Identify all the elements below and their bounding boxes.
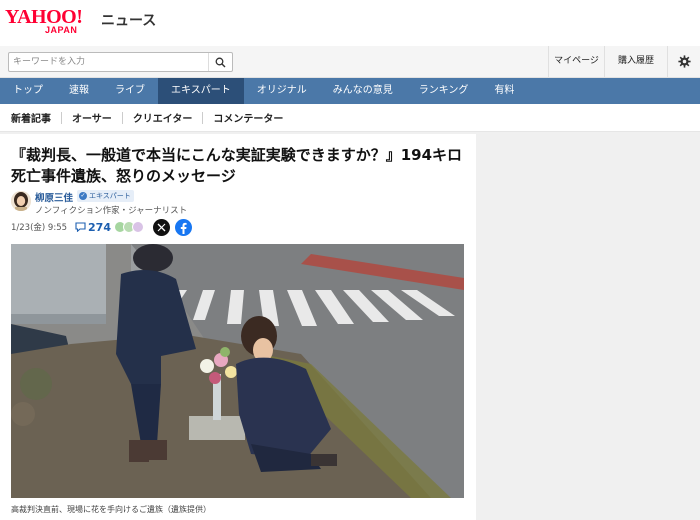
article: 『裁判長、一般道で本当にこんな実証実験できますか？』194キロ死亡事件遺族、怒り… — [0, 134, 476, 520]
nav-ranking[interactable]: ランキング — [406, 78, 482, 104]
check-icon: ✓ — [79, 192, 87, 200]
article-title: 『裁判長、一般道で本当にこんな実証実験できますか？』194キロ死亡事件遺族、怒り… — [11, 146, 463, 185]
share-x-button[interactable] — [153, 219, 170, 236]
share-facebook-button[interactable] — [175, 219, 192, 236]
expert-badge-label: エキスパート — [89, 192, 131, 200]
article-photo[interactable] — [11, 244, 464, 498]
author-photo — [11, 191, 31, 211]
divider — [202, 111, 204, 124]
nav-expert[interactable]: エキスパート — [158, 78, 244, 104]
nav-paid[interactable]: 有料 — [481, 78, 527, 104]
subnav-creators[interactable]: クリエイター — [128, 110, 198, 125]
gear-icon — [677, 55, 691, 68]
subnav-commentators[interactable]: コメンテーター — [208, 110, 288, 125]
divider — [121, 111, 123, 124]
comment-icon — [75, 222, 86, 232]
author-avatar[interactable] — [11, 191, 31, 211]
author-role: ノンフィクション作家・ジャーナリスト — [35, 206, 188, 216]
x-icon — [157, 223, 166, 232]
publish-date: 1/23(金) 9:55 — [11, 223, 68, 233]
mypage-link[interactable]: マイページ — [548, 46, 604, 77]
nav-top[interactable]: トップ — [0, 78, 56, 104]
article-image — [11, 244, 464, 498]
article-meta: 1/23(金) 9:55 274 — [11, 220, 144, 234]
service-name[interactable]: ニュース — [101, 10, 156, 30]
nav-breaking[interactable]: 速報 — [56, 78, 102, 104]
photo-caption: 高裁判決直前、現場に花を手向けるご遺族（遺族提供） — [11, 505, 211, 514]
nav-original[interactable]: オリジナル — [244, 78, 320, 104]
subnav-authors[interactable]: オーサー — [67, 110, 117, 125]
reaction-icon — [131, 221, 144, 233]
subnav-new-articles[interactable]: 新着記事 — [6, 110, 56, 125]
purchase-history-link[interactable]: 購入履歴 — [604, 46, 667, 77]
nav-live[interactable]: ライブ — [102, 78, 158, 104]
search-icon — [215, 57, 226, 67]
author-name[interactable]: 柳原三佳 — [35, 190, 73, 204]
comment-count[interactable]: 274 — [88, 221, 111, 234]
nav-opinions[interactable]: みんなの意見 — [320, 78, 406, 104]
top-bar: YAHOO! JAPAN ニュース — [0, 0, 700, 46]
search-button[interactable] — [208, 53, 232, 71]
search-input[interactable] — [9, 53, 209, 71]
expert-badge: ✓ エキスパート — [77, 190, 134, 202]
sub-nav: 新着記事 オーサー クリエイター コメンテーター — [0, 104, 700, 132]
search-box — [8, 52, 233, 72]
settings-button[interactable] — [667, 46, 700, 77]
reaction-icons[interactable] — [113, 221, 144, 233]
facebook-icon — [180, 222, 187, 234]
yahoo-japan-logo[interactable]: YAHOO! JAPAN — [5, 6, 101, 36]
divider — [61, 111, 62, 124]
main-nav: トップ 速報 ライブ エキスパート オリジナル みんなの意見 ランキング 有料 — [0, 78, 700, 104]
